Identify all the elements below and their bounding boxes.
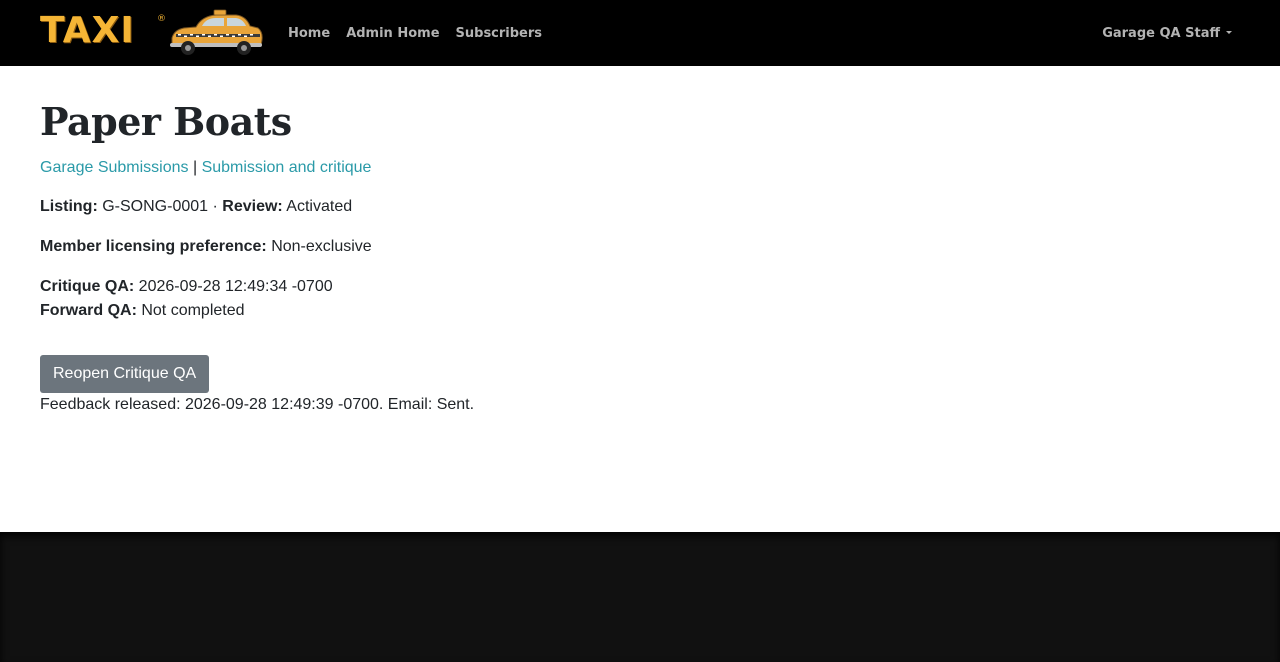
garage-submissions-link[interactable]: Garage Submissions bbox=[40, 159, 189, 176]
licensing-line: Member licensing preference: Non-exclusi… bbox=[40, 235, 1240, 259]
taxi-car-icon bbox=[170, 9, 263, 55]
user-menu-label: Garage QA Staff bbox=[1102, 25, 1220, 41]
licensing-label: Member licensing preference: bbox=[40, 238, 267, 255]
page-title: Paper Boats bbox=[40, 99, 292, 144]
licensing-value: Non-exclusive bbox=[271, 238, 372, 255]
listing-value: G-SONG-0001 bbox=[102, 198, 209, 215]
page-footer bbox=[0, 532, 1280, 662]
nav-link-home[interactable]: Home bbox=[288, 26, 330, 41]
logo-registered-mark: ® bbox=[157, 14, 166, 24]
nav-link-subscribers[interactable]: Subscribers bbox=[456, 26, 543, 41]
review-value: Activated bbox=[286, 198, 353, 215]
critique-qa-label: Critique QA: bbox=[40, 278, 135, 295]
listing-review-line: Listing: G-SONG-0001 · Review: Activated bbox=[40, 195, 1240, 219]
review-label: Review: bbox=[222, 198, 283, 215]
forward-qa-line: Forward QA: Not completed bbox=[40, 299, 1240, 323]
taxi-logo[interactable]: TAXI ® bbox=[40, 8, 264, 58]
nav-links: Home Admin Home Subscribers bbox=[288, 0, 558, 66]
listing-label: Listing: bbox=[40, 198, 98, 215]
feedback-status: Feedback released: 2026-09-28 12:49:39 -… bbox=[40, 396, 475, 413]
caret-down-icon bbox=[1226, 30, 1232, 34]
forward-qa-value: Not completed bbox=[141, 302, 245, 319]
top-navbar: TAXI ® Home Admin Home Subscribers Garag… bbox=[0, 0, 1280, 66]
critique-qa-value: 2026-09-28 12:49:34 -0700 bbox=[138, 278, 333, 295]
critique-qa-line: Critique QA: 2026-09-28 12:49:34 -0700 bbox=[40, 275, 1240, 299]
logo-text: TAXI bbox=[40, 10, 135, 51]
breadcrumb-separator: | bbox=[192, 159, 198, 176]
forward-qa-label: Forward QA: bbox=[40, 302, 137, 319]
breadcrumb: Garage Submissions | Submission and crit… bbox=[40, 157, 1240, 179]
submission-and-critique-link[interactable]: Submission and critique bbox=[202, 159, 372, 176]
dot-separator: · bbox=[212, 198, 218, 215]
user-menu-dropdown[interactable]: Garage QA Staff bbox=[1102, 0, 1232, 66]
nav-link-admin-home[interactable]: Admin Home bbox=[346, 26, 439, 41]
reopen-critique-qa-button[interactable]: Reopen Critique QA bbox=[40, 355, 210, 393]
main-content: Paper Boats Garage Submissions | Submiss… bbox=[40, 66, 1240, 417]
